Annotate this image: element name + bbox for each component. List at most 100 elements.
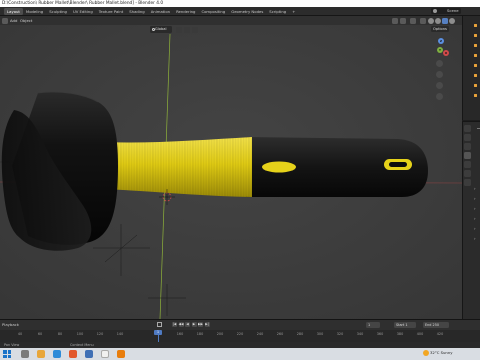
- proportional-edit-icon[interactable]: [192, 26, 198, 33]
- windows-start-icon[interactable]: [3, 350, 11, 358]
- collection-icon: [474, 24, 477, 27]
- output-properties-tab[interactable]: [464, 143, 471, 150]
- gizmo-x-axis[interactable]: X: [443, 50, 449, 56]
- menu-object[interactable]: Object: [20, 17, 32, 24]
- system-tray: 32°C Sunny: [423, 349, 478, 359]
- tab-animation[interactable]: Animation: [148, 8, 173, 15]
- snap-icon[interactable]: [184, 26, 190, 33]
- panel-expand-arrow[interactable]: ›: [474, 196, 476, 201]
- render-properties-tab[interactable]: [464, 134, 471, 141]
- current-frame-field[interactable]: 1: [366, 322, 380, 328]
- ruler-tick: 320: [336, 332, 344, 336]
- pan-hand-icon[interactable]: [436, 71, 443, 78]
- outliner-row[interactable]: [463, 82, 480, 89]
- options-dropdown[interactable]: Options: [431, 26, 449, 32]
- app-icon[interactable]: [101, 350, 109, 358]
- app-icon[interactable]: [85, 350, 93, 358]
- ruler-tick: 400: [416, 332, 424, 336]
- tab-modeling[interactable]: Modeling: [23, 8, 46, 15]
- tab-scripting[interactable]: Scripting: [266, 8, 289, 15]
- tool-properties-tab[interactable]: [464, 125, 471, 132]
- outliner-row[interactable]: [463, 72, 480, 79]
- tab-compositing[interactable]: Compositing: [198, 8, 228, 15]
- menu-add[interactable]: Add: [10, 17, 17, 24]
- edge-browser-icon[interactable]: [53, 350, 61, 358]
- 3d-viewport[interactable]: [0, 16, 462, 319]
- perspective-toggle-icon[interactable]: [436, 93, 443, 100]
- timeline-editor[interactable]: Playback |◀ ◀◀ ◀ ▶ ▶▶ ▶| 1 Start 1 End 2…: [0, 319, 480, 342]
- timeline-header: Playback |◀ ◀◀ ◀ ▶ ▶▶ ▶| 1 Start 1 End 2…: [0, 320, 480, 330]
- editor-type-icon[interactable]: [2, 17, 8, 24]
- app-icon[interactable]: [69, 350, 77, 358]
- window-title-bar: D:\Construction\ Rubber Mallet\Blender\ …: [0, 0, 480, 7]
- scene-label: Scene: [447, 8, 459, 13]
- tab-shading[interactable]: Shading: [126, 8, 147, 15]
- view-layer-properties-tab[interactable]: [464, 152, 471, 159]
- play-button[interactable]: ▶: [191, 322, 197, 327]
- outliner-row[interactable]: [463, 62, 480, 69]
- weather-temperature: 32°C: [430, 350, 440, 355]
- outliner-row[interactable]: [463, 42, 480, 49]
- outliner-row[interactable]: [463, 32, 480, 39]
- start-frame-field[interactable]: Start 1: [394, 322, 416, 328]
- playhead-frame[interactable]: 1: [154, 330, 162, 335]
- weather-widget[interactable]: 32°C Sunny: [430, 350, 453, 355]
- orientation-icon: [151, 28, 155, 31]
- panel-expand-arrow[interactable]: ›: [474, 206, 476, 211]
- tab-layout[interactable]: Layout: [4, 8, 23, 15]
- object-properties-tab[interactable]: [464, 179, 471, 186]
- panel-expand-arrow[interactable]: ›: [474, 226, 476, 231]
- add-workspace-button[interactable]: +: [289, 8, 298, 15]
- pivot-point-icon[interactable]: [176, 26, 182, 33]
- visibility-icon[interactable]: [392, 17, 398, 24]
- search-icon[interactable]: [21, 350, 29, 358]
- tab-uv-editing[interactable]: UV Editing: [70, 8, 96, 15]
- jump-keyframe-back-button[interactable]: ◀◀: [178, 322, 184, 327]
- shading-rendered-icon[interactable]: [449, 17, 455, 24]
- object-icon: [474, 64, 477, 67]
- jump-start-button[interactable]: |◀: [172, 322, 177, 327]
- file-explorer-icon[interactable]: [37, 350, 45, 358]
- keyframe-marker-icon[interactable]: [157, 322, 162, 327]
- xray-icon[interactable]: [420, 17, 426, 24]
- timeline-ruler[interactable]: 40 60 80 100 120 140 160 180 200 220 240…: [0, 331, 480, 341]
- outliner-row[interactable]: [463, 52, 480, 59]
- navigation-gizmo[interactable]: Z Y X: [431, 38, 449, 56]
- blender-icon[interactable]: [117, 350, 125, 358]
- transform-orientation-dropdown[interactable]: Global: [150, 26, 172, 33]
- tab-rendering[interactable]: Rendering: [173, 8, 198, 15]
- play-reverse-button[interactable]: ◀: [185, 322, 190, 327]
- overlay-toggle-icon[interactable]: [410, 17, 416, 24]
- tab-sculpting[interactable]: Sculpting: [46, 8, 70, 15]
- camera-view-icon[interactable]: [436, 82, 443, 89]
- gizmo-z-axis[interactable]: Z: [438, 38, 444, 44]
- world-properties-tab[interactable]: [464, 170, 471, 177]
- object-icon: [474, 34, 477, 37]
- tool-header: Global: [0, 25, 462, 34]
- outliner-panel[interactable]: [462, 16, 480, 120]
- gizmo-toggle-icon[interactable]: [400, 17, 406, 24]
- viewport-scene: [0, 16, 462, 319]
- shading-material-icon[interactable]: [442, 17, 448, 24]
- scene-properties-tab[interactable]: [464, 161, 471, 168]
- jump-keyframe-forward-button[interactable]: ▶▶: [198, 322, 203, 327]
- outliner-row[interactable]: [463, 22, 480, 29]
- ruler-tick: 360: [376, 332, 384, 336]
- object-icon: [474, 94, 477, 97]
- workspace-tabs: Layout Modeling Sculpting UV Editing Tex…: [4, 8, 298, 15]
- panel-expand-arrow[interactable]: ›: [474, 186, 476, 191]
- panel-expand-arrow[interactable]: ›: [474, 236, 476, 241]
- playback-menu[interactable]: Playback: [2, 322, 19, 328]
- properties-panel[interactable]: › › › › › ›: [462, 121, 480, 319]
- end-frame-field[interactable]: End 250: [423, 322, 449, 328]
- outliner-row[interactable]: [463, 92, 480, 99]
- shading-solid-icon[interactable]: [435, 17, 441, 24]
- zoom-icon[interactable]: [436, 60, 443, 67]
- jump-end-button[interactable]: ▶|: [204, 322, 210, 327]
- shading-wireframe-icon[interactable]: [428, 17, 434, 24]
- tab-texture-paint[interactable]: Texture Paint: [96, 8, 127, 15]
- tab-geometry-nodes[interactable]: Geometry Nodes: [228, 8, 266, 15]
- panel-expand-arrow[interactable]: ›: [474, 216, 476, 221]
- ruler-tick: 100: [76, 332, 84, 336]
- os-taskbar: 32°C Sunny: [0, 348, 480, 360]
